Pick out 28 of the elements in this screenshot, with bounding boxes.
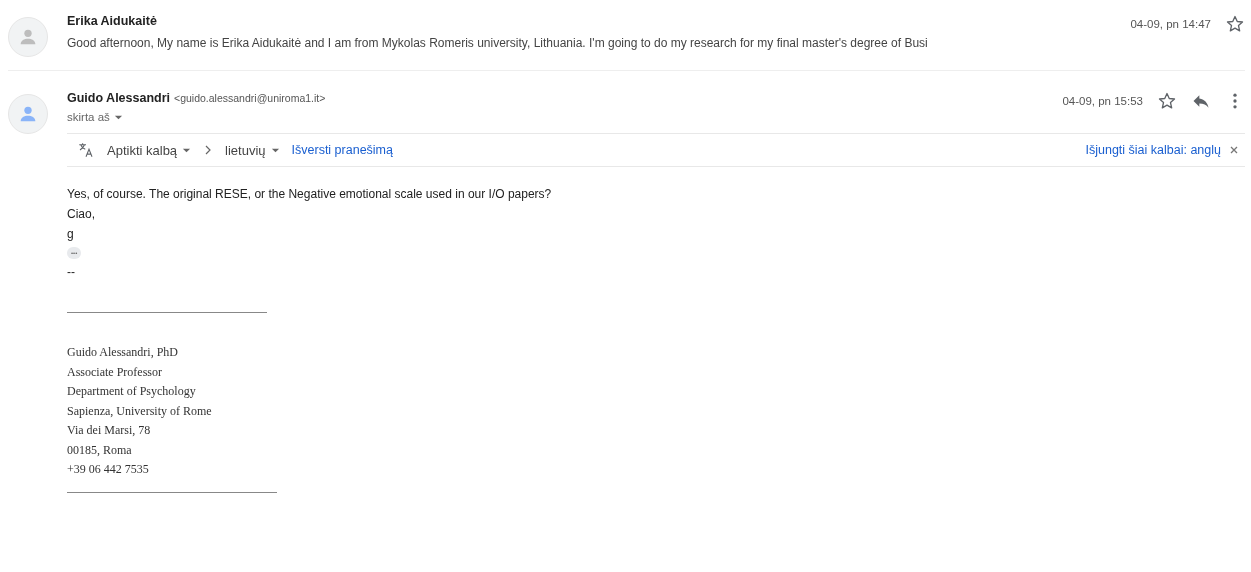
signature-text: Sapienza, University of Rome (67, 402, 213, 420)
sender-email: <guido.alessandri@uniroma1.it> (174, 92, 326, 104)
signature-text: Department of Psychology (67, 383, 197, 400)
body-text: g (67, 226, 75, 243)
avatar-icon (8, 17, 48, 57)
message-date: 04-09, pn 14:47 (1130, 18, 1211, 30)
body-text: Ciao, (67, 206, 96, 223)
close-icon[interactable] (1229, 145, 1239, 155)
signature-text: +39 06 442 7535 (67, 461, 150, 478)
target-language-dropdown[interactable]: lietuvių (225, 142, 280, 158)
sender-name: Erika Aidukaitė (67, 14, 157, 28)
signature-text: 00185, Roma (67, 441, 133, 459)
star-icon[interactable] (1225, 14, 1245, 34)
source-language-dropdown[interactable]: Aptikti kalbą (107, 142, 192, 158)
message-date: 04-09, pn 15:53 (1062, 95, 1143, 107)
sender-name: Guido Alessandri (67, 91, 171, 105)
body-text: Yes, of course. The original RESE, or the Negative emotional scale used in our I/O papers? (67, 186, 553, 203)
signature-text: Via dei Marsi, 78 (67, 422, 152, 439)
signature-separator: -- (67, 264, 76, 281)
avatar-icon (8, 94, 48, 134)
disable-translation-link[interactable]: Išjungti šiai kalbai: anglų (1085, 143, 1221, 157)
message-snippet: Good afternoon, My name is Erika Aidukaitė and I am from Mykolas Romeris university, Lithuania. I'm going to do my research for my final master's degree of Busi (67, 36, 928, 50)
signature-text: Guido Alessandri, PhD (67, 344, 179, 361)
signature-text: Associate Professor (67, 363, 163, 381)
translate-icon (77, 141, 95, 159)
star-icon[interactable] (1157, 91, 1177, 111)
translate-link[interactable]: Išversti pranešimą (291, 143, 393, 157)
recipient-text: skirta aš (67, 111, 110, 123)
